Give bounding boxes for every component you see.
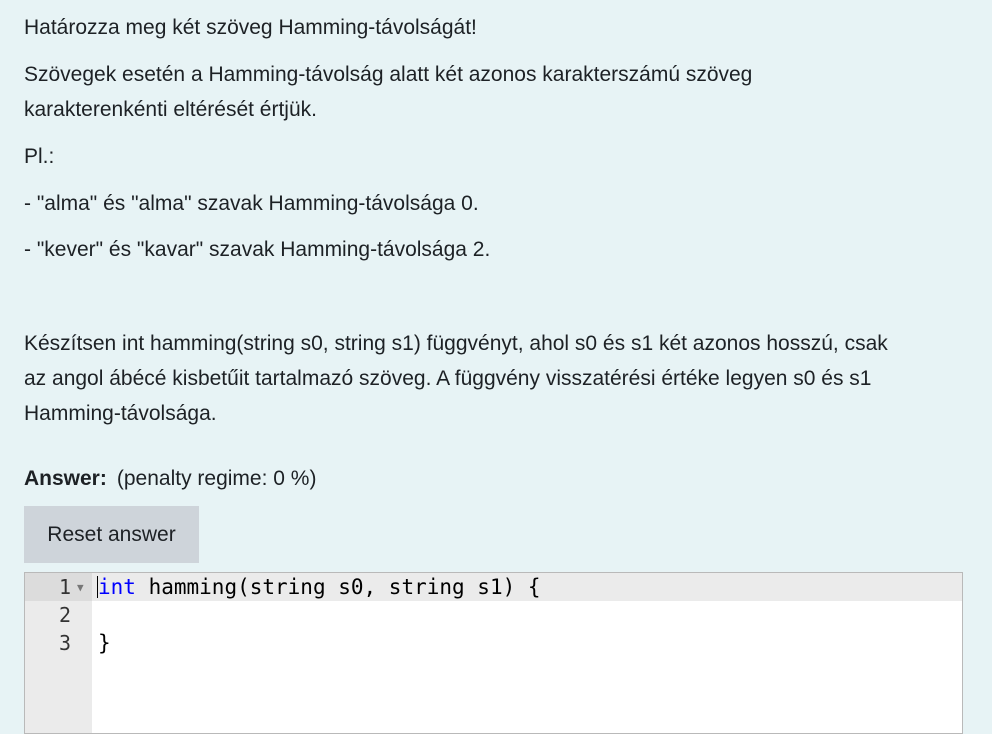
- code-line-1[interactable]: int hamming(string s0, string s1) {: [98, 573, 541, 601]
- code-line-1-rest: hamming(string s0, string s1) {: [135, 575, 541, 599]
- task-line-3: Hamming-távolsága.: [24, 402, 217, 425]
- question-title: Határozza meg két szöveg Hamming-távolsá…: [24, 16, 477, 39]
- answer-label-row: Answer: (penalty regime: 0 %): [24, 462, 316, 496]
- code-line-3[interactable]: }: [98, 629, 111, 657]
- fold-toggle-icon[interactable]: ▼: [77, 573, 84, 603]
- keyword-int: int: [98, 575, 136, 599]
- example-label: Pl.:: [24, 145, 55, 168]
- task-line-2: az angol ábécé kisbetűit tartalmazó szöv…: [24, 367, 872, 390]
- answer-label: Answer:: [24, 467, 107, 490]
- description-line-1: Szövegek esetén a Hamming-távolság alatt…: [24, 63, 753, 86]
- code-editor[interactable]: 1 ▼ 2 3 int hamming(string s0, string s1…: [24, 572, 963, 734]
- line-number: 1: [58, 575, 71, 599]
- example-1: - "alma" és "alma" szavak Hamming-távols…: [24, 192, 479, 215]
- reset-answer-button[interactable]: Reset answer: [24, 506, 199, 563]
- example-2: - "kever" és "kavar" szavak Hamming-távo…: [24, 238, 491, 261]
- task-line-1: Készítsen int hamming(string s0, string …: [24, 332, 888, 355]
- description-line-2: karakterenkénti eltérését értjük.: [24, 98, 317, 121]
- line-number: 2: [58, 603, 71, 627]
- penalty-regime: (penalty regime: 0 %): [116, 467, 317, 490]
- line-number: 3: [58, 631, 71, 655]
